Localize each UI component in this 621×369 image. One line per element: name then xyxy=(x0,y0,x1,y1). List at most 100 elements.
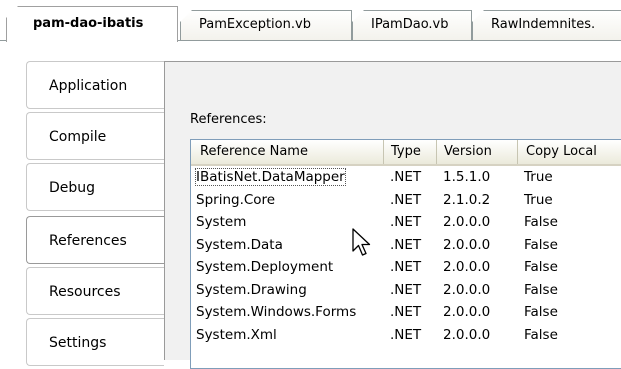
tab-rawindemnites[interactable]: RawIndemnites. xyxy=(472,10,621,40)
column-header-version[interactable]: Version xyxy=(437,140,518,164)
nav-item-compile[interactable]: Compile xyxy=(26,112,164,160)
cell-text: .NET xyxy=(390,281,422,298)
cell-text: System xyxy=(196,214,247,230)
reference-row[interactable]: IBatisNet.DataMapper .NET 1.5.1.0 True xyxy=(191,166,621,188)
type-cell: .NET xyxy=(384,256,437,278)
tab-label: PamException.vb xyxy=(199,17,311,32)
reference-row[interactable]: System.Drawing .NET 2.0.0.0 False xyxy=(191,279,621,301)
nav-item-label: Settings xyxy=(49,335,107,351)
reference-row[interactable]: System.Windows.Forms .NET 2.0.0.0 False xyxy=(191,301,621,323)
references-list[interactable]: Reference Name Type Version Copy Local I… xyxy=(190,139,621,369)
version-cell: 2.0.0.0 xyxy=(437,324,518,346)
version-cell: 2.0.0.0 xyxy=(437,301,518,323)
reference-name-cell: Spring.Core xyxy=(191,189,384,211)
reference-row[interactable]: System.Deployment .NET 2.0.0.0 False xyxy=(191,256,621,278)
type-cell: .NET xyxy=(384,234,437,256)
cell-text: False xyxy=(524,236,558,253)
cell-text: System.Deployment xyxy=(196,259,334,275)
version-cell: 2.0.0.0 xyxy=(437,279,518,301)
version-cell: 2.0.0.0 xyxy=(437,256,518,278)
type-cell: .NET xyxy=(384,301,437,323)
nav-item-label: Resources xyxy=(49,284,121,300)
reference-name-cell: System.Xml xyxy=(191,324,384,346)
cell-text: 2.0.0.0 xyxy=(443,281,491,298)
cell-text: True xyxy=(524,169,553,185)
version-cell: 1.5.1.0 xyxy=(437,166,518,188)
copy-local-cell: False xyxy=(518,301,621,323)
copy-local-cell: False xyxy=(518,279,621,301)
nav-item-label: Debug xyxy=(49,180,96,196)
column-header-copy-local[interactable]: Copy Local xyxy=(518,140,621,164)
reference-name-cell: System.Drawing xyxy=(191,279,384,301)
tab-pamexception-vb[interactable]: PamException.vb xyxy=(180,10,352,40)
cell-text: 1.5.1.0 xyxy=(443,169,491,185)
reference-row[interactable]: System.Xml .NET 2.0.0.0 False xyxy=(191,324,621,346)
cell-text: System.Windows.Forms xyxy=(196,304,357,320)
cell-text: .NET xyxy=(390,169,422,185)
column-header-reference-name[interactable]: Reference Name xyxy=(191,140,384,164)
tab-label: IPamDao.vb xyxy=(371,17,449,32)
reference-row[interactable]: Spring.Core .NET 2.1.0.2 True xyxy=(191,189,621,211)
column-header-type[interactable]: Type xyxy=(384,140,437,164)
cell-text: False xyxy=(524,304,558,320)
cell-text: System.Data xyxy=(196,236,283,253)
cell-text: IBatisNet.DataMapper xyxy=(195,168,346,186)
references-page: References: Reference Name Type Version … xyxy=(164,61,621,369)
nav-item-label: Application xyxy=(49,78,128,94)
references-list-header: Reference Name Type Version Copy Local xyxy=(191,140,621,166)
version-cell: 2.0.0.0 xyxy=(437,234,518,256)
cell-text: .NET xyxy=(390,304,422,320)
cell-text: False xyxy=(524,281,558,298)
cell-text: 2.1.0.2 xyxy=(443,191,491,208)
references-heading: References: xyxy=(190,112,267,127)
tab-pam-dao-ibatis[interactable]: pam-dao-ibatis xyxy=(6,6,178,42)
reference-name-cell: IBatisNet.DataMapper xyxy=(191,166,384,188)
tab-ipamdao-vb[interactable]: IPamDao.vb xyxy=(352,10,472,40)
type-cell: .NET xyxy=(384,324,437,346)
cell-text: False xyxy=(524,326,558,343)
copy-local-cell: False xyxy=(518,324,621,346)
cell-text: 2.0.0.0 xyxy=(443,236,491,253)
nav-item-label: Compile xyxy=(49,129,107,145)
cell-text: Spring.Core xyxy=(196,191,276,208)
tab-label: RawIndemnites. xyxy=(491,17,596,32)
copy-local-cell: False xyxy=(518,211,621,233)
nav-item-references[interactable]: References xyxy=(26,216,164,264)
cell-text: System.Xml xyxy=(196,326,277,343)
cell-text: 2.0.0.0 xyxy=(443,214,491,230)
cell-text: 2.0.0.0 xyxy=(443,304,491,320)
type-cell: .NET xyxy=(384,279,437,301)
type-cell: .NET xyxy=(384,189,437,211)
version-cell: 2.1.0.2 xyxy=(437,189,518,211)
nav-item-label: References xyxy=(49,233,127,249)
copy-local-cell: False xyxy=(518,256,621,278)
copy-local-cell: False xyxy=(518,234,621,256)
type-cell: .NET xyxy=(384,166,437,188)
nav-item-resources[interactable]: Resources xyxy=(26,267,164,315)
cell-text: .NET xyxy=(390,191,422,208)
nav-item-settings[interactable]: Settings xyxy=(26,318,164,366)
cell-text: .NET xyxy=(390,214,422,230)
cell-text: .NET xyxy=(390,236,422,253)
cell-text: 2.0.0.0 xyxy=(443,259,491,275)
reference-row[interactable]: System.Data .NET 2.0.0.0 False xyxy=(191,234,621,256)
cell-text: False xyxy=(524,214,558,230)
reference-row[interactable]: System .NET 2.0.0.0 False xyxy=(191,211,621,233)
project-properties-panel: Application Compile Debug References Res… xyxy=(0,41,621,369)
cell-text: 2.0.0.0 xyxy=(443,326,491,343)
cell-text: .NET xyxy=(390,259,422,275)
mouse-pointer-icon xyxy=(352,228,371,256)
document-tab-strip: pam-dao-ibatis PamException.vb IPamDao.v… xyxy=(0,0,621,42)
nav-item-application[interactable]: Application xyxy=(26,61,164,109)
nav-item-debug[interactable]: Debug xyxy=(26,163,164,211)
property-page-nav: Application Compile Debug References Res… xyxy=(26,61,164,366)
copy-local-cell: True xyxy=(518,189,621,211)
cell-text: True xyxy=(524,191,553,208)
cell-text: .NET xyxy=(390,326,422,343)
tab-label: pam-dao-ibatis xyxy=(33,16,144,31)
reference-name-cell: System.Windows.Forms xyxy=(191,301,384,323)
version-cell: 2.0.0.0 xyxy=(437,211,518,233)
copy-local-cell: True xyxy=(518,166,621,188)
cell-text: False xyxy=(524,259,558,275)
cell-text: System.Drawing xyxy=(196,281,307,298)
